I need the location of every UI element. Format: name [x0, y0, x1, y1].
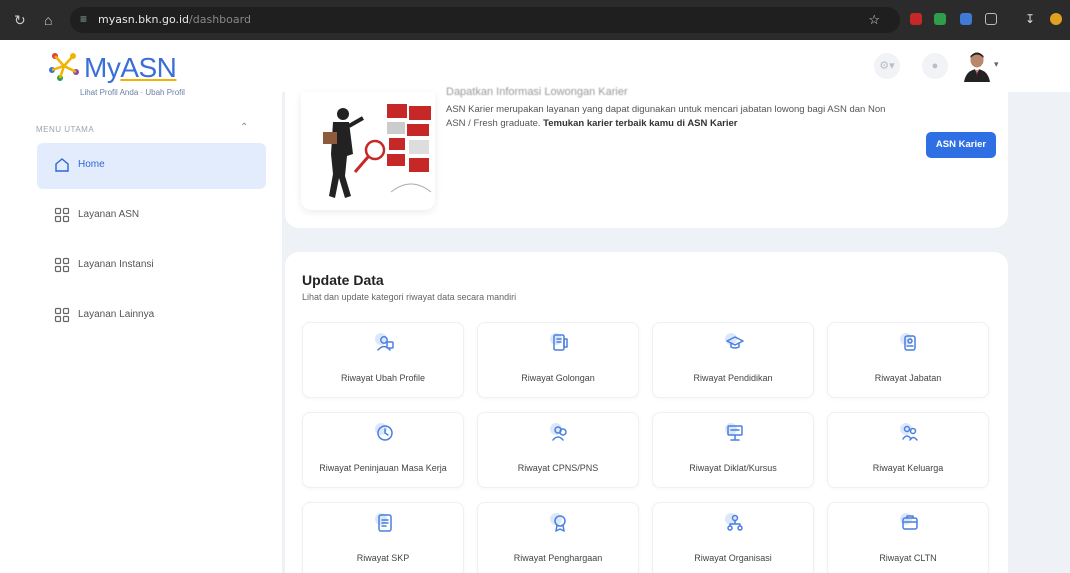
notification-bell-icon[interactable]: ●: [922, 53, 948, 79]
grid-icon: [54, 257, 70, 273]
update-data-subtitle: Lihat dan update kategori riwayat data s…: [302, 292, 517, 302]
update-tile[interactable]: Riwayat CPNS/PNS: [477, 412, 639, 488]
tile-label: Riwayat Organisasi: [694, 553, 772, 563]
help-menu-button[interactable]: ⚙▾: [874, 53, 900, 79]
rank-icon: [550, 333, 568, 351]
bookmark-star-icon[interactable]: ☆: [868, 12, 880, 28]
reload-icon[interactable]: ↻: [14, 12, 26, 28]
extension-icon[interactable]: [960, 13, 972, 25]
sidebar-item-label: Layanan Lainnya: [78, 309, 155, 320]
avatar[interactable]: [962, 50, 992, 82]
user-group-icon: [550, 423, 567, 441]
tile-label: Riwayat CLTN: [879, 553, 937, 563]
update-tile[interactable]: Riwayat SKP: [302, 502, 464, 573]
grid-icon: [54, 307, 70, 323]
document-icon: [375, 513, 392, 532]
sidebar-item-label: Layanan ASN: [78, 209, 140, 220]
sidebar-item-label: Layanan Instansi: [78, 259, 154, 270]
family-icon: [900, 423, 918, 441]
update-tile[interactable]: Riwayat Golongan: [477, 322, 639, 398]
tile-label: Riwayat Penghargaan: [513, 553, 603, 563]
tile-label: Riwayat Peninjauan Masa Kerja: [319, 463, 447, 473]
app-logo-text: MyASN: [84, 52, 177, 83]
training-icon: [725, 423, 743, 441]
tile-label: Riwayat Keluarga: [872, 463, 944, 473]
clock-icon: [375, 423, 393, 441]
position-icon: [900, 333, 916, 351]
update-tile[interactable]: Riwayat Organisasi: [652, 502, 814, 573]
career-title: Dapatkan Informasi Lowongan Karier: [446, 86, 628, 98]
sidebar-item-home[interactable]: Home: [37, 143, 266, 189]
tile-label: Riwayat Diklat/Kursus: [689, 463, 777, 473]
update-tile[interactable]: Riwayat Diklat/Kursus: [652, 412, 814, 488]
update-data-title: Update Data: [302, 272, 384, 288]
tile-label: Riwayat Jabatan: [874, 373, 942, 383]
update-tile[interactable]: Riwayat Peninjauan Masa Kerja: [302, 412, 464, 488]
update-data-card: Update Data Lihat dan update kategori ri…: [285, 252, 1008, 573]
menu-section-label: MENU UTAMA: [36, 125, 95, 134]
profile-links[interactable]: Lihat Profil Anda · Ubah Profil: [80, 88, 185, 97]
career-card: Dapatkan Informasi Lowongan Karier ASN K…: [285, 86, 1008, 228]
sidebar-item-layanan-asn[interactable]: Layanan ASN: [37, 193, 266, 239]
download-icon[interactable]: ↧: [1025, 13, 1037, 25]
asn-karier-button[interactable]: ASN Karier: [926, 132, 996, 158]
graduation-icon: [725, 333, 744, 349]
site-info-icon[interactable]: ≡: [80, 12, 87, 26]
award-icon: [550, 513, 566, 532]
tile-label: Riwayat Ubah Profile: [340, 373, 426, 383]
browser-toolbar: ↻ ⌂ ≡ myasn.bkn.go.id/dashboard ☆ ↧: [0, 0, 1070, 40]
update-tile[interactable]: Riwayat Keluarga: [827, 412, 989, 488]
tile-label: Riwayat Golongan: [521, 373, 595, 383]
sidebar-item-layanan-instansi[interactable]: Layanan Instansi: [37, 243, 266, 289]
extension-icon[interactable]: [934, 13, 946, 25]
organization-icon: [725, 513, 743, 531]
grid-icon: [54, 207, 70, 223]
sidebar-item-label: Home: [78, 159, 105, 170]
tile-label: Riwayat SKP: [356, 553, 410, 563]
tile-label: Riwayat CPNS/PNS: [517, 463, 599, 473]
url-text: myasn.bkn.go.id/dashboard: [98, 13, 251, 26]
home-icon[interactable]: ⌂: [44, 12, 52, 28]
job-search-illustration: [323, 104, 432, 198]
sidebar-item-layanan-lainnya[interactable]: Layanan Lainnya: [37, 293, 266, 339]
extension-icon[interactable]: [910, 13, 922, 25]
myasn-logo-icon: [49, 53, 79, 81]
update-tile[interactable]: Riwayat Ubah Profile: [302, 322, 464, 398]
chevron-down-icon[interactable]: ▾: [994, 59, 999, 70]
career-illustration: [301, 92, 435, 210]
address-bar[interactable]: ≡ myasn.bkn.go.id/dashboard ☆: [70, 7, 900, 33]
update-tile[interactable]: Riwayat Jabatan: [827, 322, 989, 398]
update-tile[interactable]: Riwayat Pendidikan: [652, 322, 814, 398]
home-icon: [55, 158, 69, 172]
career-description: ASN Karier merupakan layanan yang dapat …: [446, 104, 886, 129]
extensions-puzzle-icon[interactable]: [985, 13, 997, 25]
chevron-up-icon[interactable]: ⌃: [240, 122, 248, 133]
tile-label: Riwayat Pendidikan: [693, 373, 773, 383]
profile-icon[interactable]: [1050, 13, 1062, 25]
update-tile[interactable]: Riwayat Penghargaan: [477, 502, 639, 573]
leave-icon: [900, 513, 918, 530]
app-header: MyASN ⚙▾ ● ▾: [0, 40, 1070, 92]
profile-icon: [375, 333, 394, 351]
update-tile[interactable]: Riwayat CLTN: [827, 502, 989, 573]
sidebar: Lihat Profil Anda · Ubah Profil MENU UTA…: [0, 88, 282, 573]
